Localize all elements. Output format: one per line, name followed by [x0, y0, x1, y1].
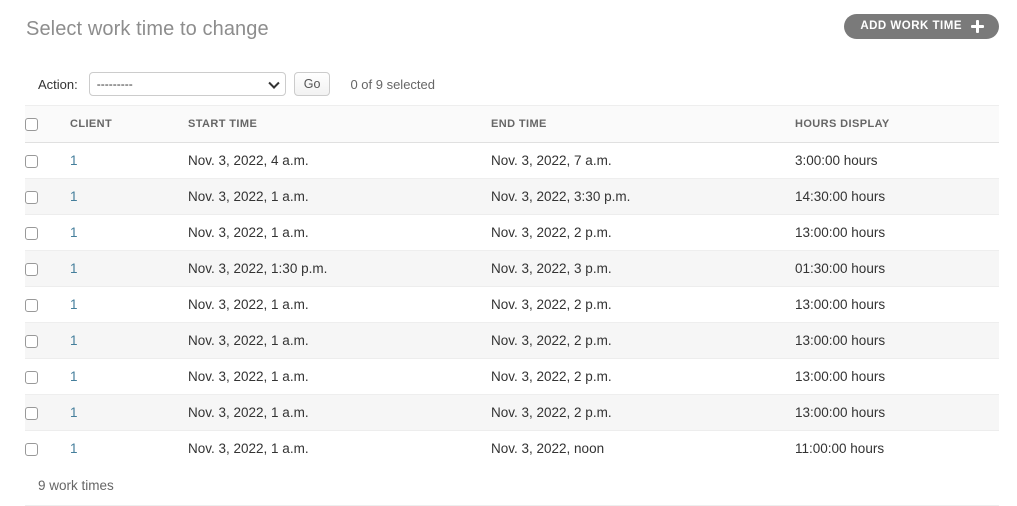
table-row: 1 Nov. 3, 2022, 4 a.m. Nov. 3, 2022, 7 a… [25, 142, 999, 179]
client-link[interactable]: 1 [70, 333, 78, 348]
cell-client: 1 [70, 430, 188, 467]
cell-client: 1 [70, 358, 188, 395]
row-checkbox[interactable] [25, 154, 38, 168]
cell-hours-display: 14:30:00 hours [795, 178, 999, 215]
cell-start-time: Nov. 3, 2022, 1 a.m. [188, 394, 491, 431]
action-counter: 0 of 9 selected [350, 76, 435, 92]
cell-start-time: Nov. 3, 2022, 1:30 p.m. [188, 250, 491, 287]
row-select-cell [25, 430, 70, 467]
row-select-cell [25, 286, 70, 323]
add-work-time-label: ADD WORK TIME [860, 19, 962, 32]
action-select[interactable]: --------- [88, 72, 286, 96]
cell-end-time: Nov. 3, 2022, 3 p.m. [491, 250, 795, 287]
table-row: 1 Nov. 3, 2022, 1 a.m. Nov. 3, 2022, 2 p… [25, 394, 999, 431]
client-link[interactable]: 1 [70, 261, 78, 276]
client-link[interactable]: 1 [70, 153, 78, 168]
cell-hours-display: 13:00:00 hours [795, 214, 999, 251]
cell-client: 1 [70, 178, 188, 215]
column-header-start-time[interactable]: START TIME [188, 105, 491, 143]
cell-end-time: Nov. 3, 2022, 2 p.m. [491, 214, 795, 251]
action-select-wrap: --------- [88, 72, 286, 96]
table-row: 1 Nov. 3, 2022, 1 a.m. Nov. 3, 2022, 2 p… [25, 358, 999, 395]
cell-hours-display: 13:00:00 hours [795, 286, 999, 323]
cell-hours-display: 01:30:00 hours [795, 250, 999, 287]
column-header-end-time[interactable]: END TIME [491, 105, 795, 143]
row-select-cell [25, 214, 70, 251]
cell-hours-display: 3:00:00 hours [795, 142, 999, 179]
cell-client: 1 [70, 286, 188, 323]
table-body: 1 Nov. 3, 2022, 4 a.m. Nov. 3, 2022, 7 a… [25, 142, 999, 467]
object-tools: ADD WORK TIME [844, 14, 999, 39]
row-select-cell [25, 322, 70, 359]
add-work-time-button[interactable]: ADD WORK TIME [844, 14, 999, 39]
action-label: Action: [38, 76, 78, 92]
select-all-header [25, 105, 70, 143]
page-title: Select work time to change [26, 18, 269, 40]
row-checkbox[interactable] [25, 442, 38, 456]
table-header: CLIENT START TIME END TIME HOURS DISPLAY [25, 105, 999, 143]
row-checkbox[interactable] [25, 190, 38, 204]
row-checkbox[interactable] [25, 298, 38, 312]
row-checkbox[interactable] [25, 370, 38, 384]
column-header-client[interactable]: CLIENT [70, 105, 188, 143]
cell-client: 1 [70, 250, 188, 287]
client-link[interactable]: 1 [70, 405, 78, 420]
client-link[interactable]: 1 [70, 369, 78, 384]
column-header-hours-display[interactable]: HOURS DISPLAY [795, 105, 999, 143]
cell-end-time: Nov. 3, 2022, 2 p.m. [491, 322, 795, 359]
cell-start-time: Nov. 3, 2022, 1 a.m. [188, 430, 491, 467]
cell-hours-display: 13:00:00 hours [795, 358, 999, 395]
change-list-page: ADD WORK TIME Select work time to change… [0, 0, 1017, 506]
table-row: 1 Nov. 3, 2022, 1 a.m. Nov. 3, 2022, noo… [25, 430, 999, 467]
cell-end-time: Nov. 3, 2022, 3:30 p.m. [491, 178, 795, 215]
client-link[interactable]: 1 [70, 225, 78, 240]
row-select-cell [25, 142, 70, 179]
table-row: 1 Nov. 3, 2022, 1 a.m. Nov. 3, 2022, 2 p… [25, 322, 999, 359]
row-select-cell [25, 394, 70, 431]
go-button[interactable]: Go [293, 72, 331, 96]
row-checkbox[interactable] [25, 406, 38, 420]
cell-start-time: Nov. 3, 2022, 1 a.m. [188, 358, 491, 395]
table-row: 1 Nov. 3, 2022, 1:30 p.m. Nov. 3, 2022, … [25, 250, 999, 287]
cell-start-time: Nov. 3, 2022, 1 a.m. [188, 286, 491, 323]
row-select-cell [25, 358, 70, 395]
client-link[interactable]: 1 [70, 189, 78, 204]
row-checkbox[interactable] [25, 262, 38, 276]
row-select-cell [25, 250, 70, 287]
add-work-time-item: ADD WORK TIME [844, 14, 999, 39]
cell-start-time: Nov. 3, 2022, 4 a.m. [188, 142, 491, 179]
cell-client: 1 [70, 322, 188, 359]
cell-client: 1 [70, 142, 188, 179]
cell-client: 1 [70, 214, 188, 251]
table-row: 1 Nov. 3, 2022, 1 a.m. Nov. 3, 2022, 3:3… [25, 178, 999, 215]
cell-hours-display: 11:00:00 hours [795, 430, 999, 467]
cell-start-time: Nov. 3, 2022, 1 a.m. [188, 178, 491, 215]
row-select-cell [25, 178, 70, 215]
cell-end-time: Nov. 3, 2022, 7 a.m. [491, 142, 795, 179]
cell-end-time: Nov. 3, 2022, noon [491, 430, 795, 467]
results-container: CLIENT START TIME END TIME HOURS DISPLAY… [25, 105, 999, 467]
paginator: 9 work times [25, 465, 999, 506]
cell-client: 1 [70, 394, 188, 431]
client-link[interactable]: 1 [70, 297, 78, 312]
row-checkbox[interactable] [25, 334, 38, 348]
work-times-table: CLIENT START TIME END TIME HOURS DISPLAY… [25, 105, 999, 467]
cell-start-time: Nov. 3, 2022, 1 a.m. [188, 214, 491, 251]
plus-icon [971, 20, 984, 33]
select-all-checkbox[interactable] [25, 117, 38, 131]
table-row: 1 Nov. 3, 2022, 1 a.m. Nov. 3, 2022, 2 p… [25, 214, 999, 251]
client-link[interactable]: 1 [70, 441, 78, 456]
cell-hours-display: 13:00:00 hours [795, 322, 999, 359]
cell-end-time: Nov. 3, 2022, 2 p.m. [491, 394, 795, 431]
cell-hours-display: 13:00:00 hours [795, 394, 999, 431]
actions-bar: Action: --------- Go 0 of 9 selected [38, 72, 435, 96]
table-header-row: CLIENT START TIME END TIME HOURS DISPLAY [25, 105, 999, 143]
cell-start-time: Nov. 3, 2022, 1 a.m. [188, 322, 491, 359]
table-row: 1 Nov. 3, 2022, 1 a.m. Nov. 3, 2022, 2 p… [25, 286, 999, 323]
row-checkbox[interactable] [25, 226, 38, 240]
cell-end-time: Nov. 3, 2022, 2 p.m. [491, 286, 795, 323]
cell-end-time: Nov. 3, 2022, 2 p.m. [491, 358, 795, 395]
